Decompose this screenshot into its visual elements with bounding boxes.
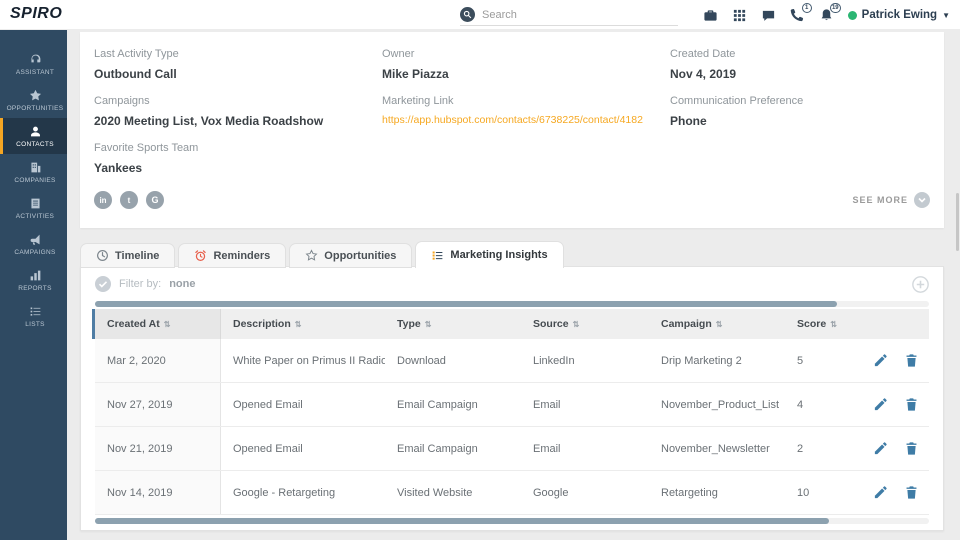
- briefcase-icon[interactable]: [703, 7, 719, 23]
- insights-table: Created At Description Type Source Campa…: [95, 309, 929, 515]
- see-more-button[interactable]: SEE MORE: [852, 192, 930, 208]
- field-communication-preference: Communication Preference Phone: [670, 95, 930, 128]
- social-links-row: in t G SEE MORE: [94, 191, 930, 209]
- top-bar: SPIRO 1 19 Patrick Ewing ▼: [0, 0, 960, 30]
- sidebar-item-opportunities[interactable]: OPPORTUNITIES: [0, 82, 67, 118]
- sidebar-item-campaigns[interactable]: CAMPAIGNS: [0, 226, 67, 262]
- page-vertical-scrollbar[interactable]: [956, 193, 959, 251]
- row-actions: [841, 383, 929, 426]
- table-row: Nov 21, 2019 Opened Email Email Campaign…: [95, 427, 929, 471]
- topbar-icon-cluster: 1 19 Patrick Ewing ▼: [703, 0, 950, 30]
- edit-icon[interactable]: [873, 485, 888, 500]
- alarm-icon: [194, 249, 207, 262]
- chevron-down-circle-icon: [914, 192, 930, 208]
- table-row: Nov 14, 2019 Google - Retargeting Visite…: [95, 471, 929, 515]
- bar-chart-icon: [29, 269, 42, 282]
- contact-fields: Last Activity Type Outbound Call Owner M…: [94, 48, 930, 189]
- column-header-actions: [841, 309, 929, 340]
- person-icon: [29, 125, 42, 138]
- field-owner: Owner Mike Piazza: [382, 48, 670, 81]
- global-search: [460, 4, 678, 26]
- list-icon: [29, 305, 42, 318]
- filter-bar: Filter by: none: [81, 267, 943, 301]
- delete-icon[interactable]: [904, 485, 919, 500]
- marketing-link[interactable]: https://app.hubspot.com/contacts/6738225…: [382, 114, 670, 126]
- column-header-score[interactable]: Score: [785, 309, 841, 340]
- chat-icon[interactable]: [761, 7, 777, 23]
- row-actions: [841, 339, 929, 382]
- table-row: Mar 2, 2020 White Paper on Primus II Rad…: [95, 339, 929, 383]
- scrollbar-thumb[interactable]: [95, 301, 837, 307]
- sidebar-item-lists[interactable]: LISTS: [0, 298, 67, 334]
- field-campaigns: Campaigns 2020 Meeting List, Vox Media R…: [94, 95, 382, 128]
- field-favorite-sports-team: Favorite Sports Team Yankees: [94, 142, 382, 175]
- user-name: Patrick Ewing: [862, 9, 937, 21]
- table-row: Nov 27, 2019 Opened Email Email Campaign…: [95, 383, 929, 427]
- delete-icon[interactable]: [904, 441, 919, 456]
- twitter-icon[interactable]: t: [120, 191, 138, 209]
- linkedin-icon[interactable]: in: [94, 191, 112, 209]
- tab-marketing-insights[interactable]: Marketing Insights: [415, 241, 563, 268]
- sidebar-nav: ASSISTANT OPPORTUNITIES CONTACTS COMPANI…: [0, 30, 67, 540]
- row-actions: [841, 471, 929, 514]
- delete-icon[interactable]: [904, 353, 919, 368]
- edit-icon[interactable]: [873, 441, 888, 456]
- sidebar-item-reports[interactable]: REPORTS: [0, 262, 67, 298]
- app-logo[interactable]: SPIRO: [10, 5, 62, 23]
- table-header-row: Created At Description Type Source Campa…: [95, 309, 929, 339]
- search-icon: [460, 7, 475, 22]
- filter-value[interactable]: none: [169, 278, 195, 290]
- search-input[interactable]: [475, 7, 678, 23]
- clipboard-icon: [29, 197, 42, 210]
- phone-badge: 1: [802, 3, 812, 13]
- add-insight-button[interactable]: [912, 276, 929, 293]
- insights-list-icon: [431, 249, 444, 262]
- filter-check-icon[interactable]: [95, 276, 111, 292]
- notifications-badge: 19: [830, 3, 841, 13]
- table-horizontal-scrollbar-top[interactable]: [95, 301, 929, 307]
- main-content: Last Activity Type Outbound Call Owner M…: [67, 30, 960, 540]
- megaphone-icon: [29, 233, 42, 246]
- column-header-campaign[interactable]: Campaign: [649, 309, 785, 340]
- tab-timeline[interactable]: Timeline: [80, 243, 175, 268]
- plus-circle-icon: [912, 276, 929, 293]
- frozen-column-accent: [92, 309, 95, 339]
- sidebar-item-activities[interactable]: ACTIVITIES: [0, 190, 67, 226]
- headset-icon: [29, 53, 42, 66]
- column-header-description[interactable]: Description: [221, 309, 385, 340]
- column-header-source[interactable]: Source: [521, 309, 649, 340]
- column-header-created-at[interactable]: Created At: [95, 309, 221, 340]
- table-horizontal-scrollbar-bottom[interactable]: [95, 518, 929, 524]
- marketing-insights-panel: Filter by: none Created At Description T…: [80, 266, 944, 531]
- delete-icon[interactable]: [904, 397, 919, 412]
- field-last-activity-type: Last Activity Type Outbound Call: [94, 48, 382, 81]
- tab-opportunities[interactable]: Opportunities: [289, 243, 412, 268]
- notifications-bell-icon[interactable]: 19: [819, 7, 835, 23]
- field-created-date: Created Date Nov 4, 2019: [670, 48, 930, 81]
- phone-icon[interactable]: 1: [790, 7, 806, 23]
- clock-icon: [96, 249, 109, 262]
- star-outline-icon: [305, 249, 318, 262]
- online-status-dot: [848, 11, 857, 20]
- row-actions: [841, 427, 929, 470]
- building-icon: [29, 161, 42, 174]
- apps-grid-icon[interactable]: [732, 7, 748, 23]
- sidebar-item-companies[interactable]: COMPANIES: [0, 154, 67, 190]
- star-icon: [29, 89, 42, 102]
- chevron-down-icon: ▼: [942, 11, 950, 20]
- sidebar-item-assistant[interactable]: ASSISTANT: [0, 46, 67, 82]
- filter-label: Filter by:: [119, 278, 161, 290]
- field-marketing-link: Marketing Link https://app.hubspot.com/c…: [382, 95, 670, 128]
- google-icon[interactable]: G: [146, 191, 164, 209]
- sidebar-item-contacts[interactable]: CONTACTS: [0, 118, 67, 154]
- detail-tabs: Timeline Reminders Opportunities Marketi…: [80, 241, 567, 268]
- edit-icon[interactable]: [873, 397, 888, 412]
- user-menu[interactable]: Patrick Ewing ▼: [848, 9, 950, 21]
- edit-icon[interactable]: [873, 353, 888, 368]
- column-header-type[interactable]: Type: [385, 309, 521, 340]
- scrollbar-thumb[interactable]: [95, 518, 829, 524]
- tab-reminders[interactable]: Reminders: [178, 243, 286, 268]
- contact-detail-card: Last Activity Type Outbound Call Owner M…: [80, 32, 944, 228]
